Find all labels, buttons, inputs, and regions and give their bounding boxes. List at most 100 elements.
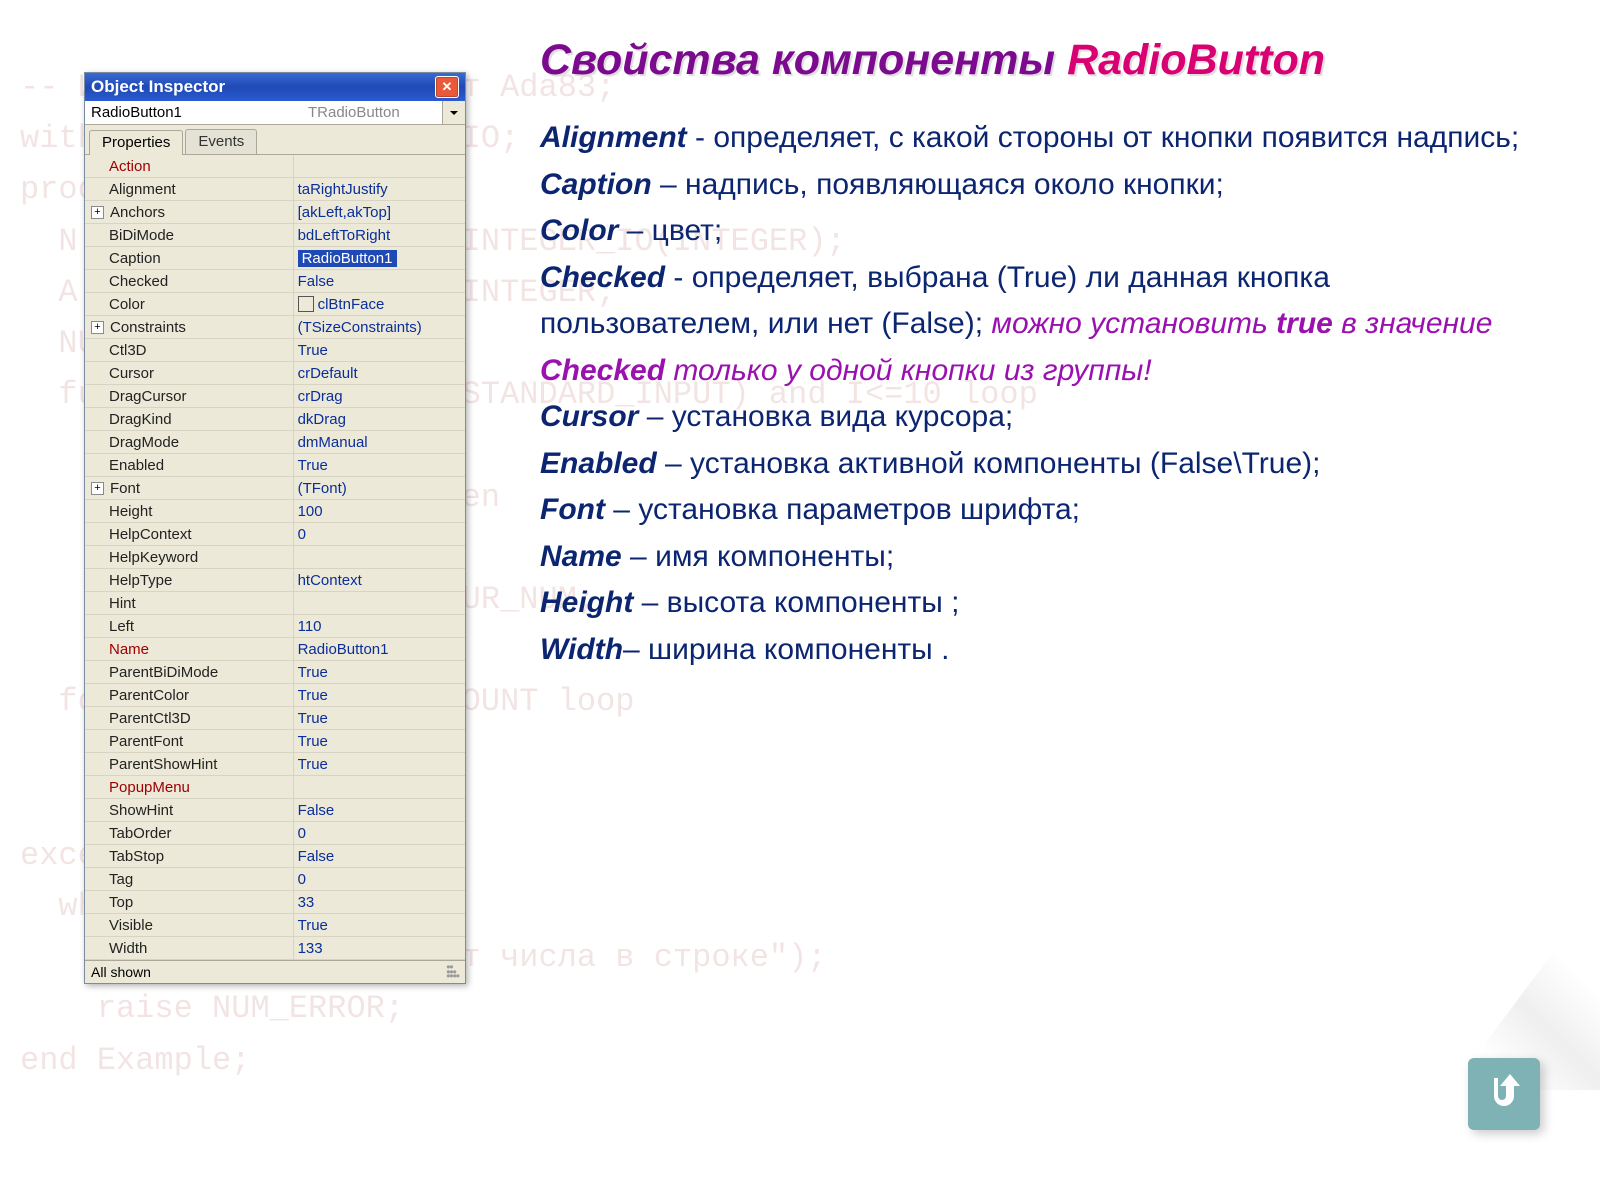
property-value[interactable]: True bbox=[293, 661, 465, 683]
property-row[interactable]: Width133 bbox=[85, 937, 465, 960]
property-row[interactable]: ColorclBtnFace bbox=[85, 293, 465, 316]
property-row[interactable]: CursorcrDefault bbox=[85, 362, 465, 385]
property-name: Left bbox=[85, 615, 293, 637]
property-value[interactable]: True bbox=[293, 730, 465, 752]
expand-icon[interactable]: + bbox=[91, 482, 104, 495]
property-row[interactable]: BiDiModebdLeftToRight bbox=[85, 224, 465, 247]
property-name: Width bbox=[85, 937, 293, 959]
property-value[interactable]: True bbox=[293, 454, 465, 476]
property-row[interactable]: ParentColorTrue bbox=[85, 684, 465, 707]
expand-icon[interactable]: + bbox=[91, 206, 104, 219]
property-value[interactable] bbox=[293, 776, 465, 798]
property-row[interactable]: HelpContext0 bbox=[85, 523, 465, 546]
property-descriptions: Alignment - определяет, с какой стороны … bbox=[540, 115, 1540, 673]
property-row[interactable]: Hint bbox=[85, 592, 465, 615]
property-value[interactable]: 0 bbox=[293, 868, 465, 890]
close-button[interactable]: ✕ bbox=[435, 76, 459, 98]
property-row[interactable]: AlignmenttaRightJustify bbox=[85, 178, 465, 201]
property-row[interactable]: HelpKeyword bbox=[85, 546, 465, 569]
property-name: ParentColor bbox=[85, 684, 293, 706]
property-value[interactable]: (TSizeConstraints) bbox=[293, 316, 465, 338]
property-row[interactable]: Tag0 bbox=[85, 868, 465, 891]
property-value[interactable]: False bbox=[293, 845, 465, 867]
property-row[interactable]: ShowHintFalse bbox=[85, 799, 465, 822]
property-value[interactable]: clBtnFace bbox=[293, 293, 465, 315]
property-value[interactable]: taRightJustify bbox=[293, 178, 465, 200]
dropdown-button[interactable] bbox=[442, 101, 465, 124]
property-value[interactable]: htContext bbox=[293, 569, 465, 591]
close-icon: ✕ bbox=[442, 79, 453, 95]
property-row[interactable]: TabOrder0 bbox=[85, 822, 465, 845]
property-name: ParentFont bbox=[85, 730, 293, 752]
property-value[interactable]: 110 bbox=[293, 615, 465, 637]
resize-grip[interactable]: ••••••••• bbox=[446, 965, 459, 979]
property-name: Hint bbox=[85, 592, 293, 614]
property-value[interactable]: [akLeft,akTop] bbox=[293, 201, 465, 223]
property-row[interactable]: Height100 bbox=[85, 500, 465, 523]
expand-icon[interactable]: + bbox=[91, 321, 104, 334]
window-title: Object Inspector bbox=[91, 77, 225, 97]
property-row[interactable]: +Anchors[akLeft,akTop] bbox=[85, 201, 465, 224]
property-value[interactable]: True bbox=[293, 753, 465, 775]
tab-events[interactable]: Events bbox=[185, 129, 257, 154]
property-value[interactable] bbox=[293, 592, 465, 614]
property-value[interactable]: dkDrag bbox=[293, 408, 465, 430]
property-row[interactable]: Left110 bbox=[85, 615, 465, 638]
property-name: Enabled bbox=[85, 454, 293, 476]
property-row[interactable]: DragModedmManual bbox=[85, 431, 465, 454]
property-value[interactable]: bdLeftToRight bbox=[293, 224, 465, 246]
property-row[interactable]: DragCursorcrDrag bbox=[85, 385, 465, 408]
property-value[interactable]: True bbox=[293, 684, 465, 706]
property-row[interactable]: DragKinddkDrag bbox=[85, 408, 465, 431]
titlebar[interactable]: Object Inspector ✕ bbox=[85, 73, 465, 101]
property-name: Name bbox=[85, 638, 293, 660]
property-row[interactable]: ParentFontTrue bbox=[85, 730, 465, 753]
property-value[interactable]: True bbox=[293, 339, 465, 361]
property-row[interactable]: PopupMenu bbox=[85, 776, 465, 799]
property-value[interactable]: 0 bbox=[293, 822, 465, 844]
property-name: Action bbox=[85, 155, 293, 177]
tabs: Properties Events bbox=[85, 125, 465, 154]
property-value[interactable] bbox=[293, 155, 465, 177]
property-value[interactable]: 100 bbox=[293, 500, 465, 522]
property-row[interactable]: Ctl3DTrue bbox=[85, 339, 465, 362]
property-row[interactable]: ParentCtl3DTrue bbox=[85, 707, 465, 730]
property-name: ShowHint bbox=[85, 799, 293, 821]
statusbar: All shown ••••••••• bbox=[85, 960, 465, 983]
property-value[interactable]: (TFont) bbox=[293, 477, 465, 499]
property-row[interactable]: HelpTypehtContext bbox=[85, 569, 465, 592]
property-value[interactable]: False bbox=[293, 799, 465, 821]
property-value[interactable]: RadioButton1 bbox=[293, 638, 465, 660]
property-value[interactable]: RadioButton1 bbox=[293, 247, 465, 269]
property-row[interactable]: ParentBiDiModeTrue bbox=[85, 661, 465, 684]
property-value[interactable]: crDrag bbox=[293, 385, 465, 407]
property-name: Caption bbox=[85, 247, 293, 269]
component-selector[interactable]: RadioButton1 TRadioButton bbox=[85, 101, 465, 125]
property-row[interactable]: NameRadioButton1 bbox=[85, 638, 465, 661]
property-row[interactable]: VisibleTrue bbox=[85, 914, 465, 937]
property-row[interactable]: +Font(TFont) bbox=[85, 477, 465, 500]
property-row[interactable]: ParentShowHintTrue bbox=[85, 753, 465, 776]
property-value[interactable] bbox=[293, 546, 465, 568]
property-row[interactable]: CheckedFalse bbox=[85, 270, 465, 293]
property-row[interactable]: +Constraints(TSizeConstraints) bbox=[85, 316, 465, 339]
property-row[interactable]: EnabledTrue bbox=[85, 454, 465, 477]
property-name: DragKind bbox=[85, 408, 293, 430]
heading-prefix: Свойства компоненты bbox=[540, 36, 1067, 84]
return-button[interactable] bbox=[1468, 1058, 1540, 1130]
tab-properties[interactable]: Properties bbox=[89, 130, 183, 155]
property-value[interactable]: crDefault bbox=[293, 362, 465, 384]
property-row[interactable]: TabStopFalse bbox=[85, 845, 465, 868]
property-value[interactable]: 33 bbox=[293, 891, 465, 913]
property-row[interactable]: CaptionRadioButton1 bbox=[85, 247, 465, 270]
property-value[interactable]: True bbox=[293, 914, 465, 936]
property-row[interactable]: Top33 bbox=[85, 891, 465, 914]
property-value[interactable]: True bbox=[293, 707, 465, 729]
property-value[interactable]: 0 bbox=[293, 523, 465, 545]
property-value[interactable]: dmManual bbox=[293, 431, 465, 453]
property-value[interactable]: False bbox=[293, 270, 465, 292]
instance-name: RadioButton1 bbox=[85, 101, 306, 124]
property-value[interactable]: 133 bbox=[293, 937, 465, 959]
property-name: BiDiMode bbox=[85, 224, 293, 246]
property-row[interactable]: Action bbox=[85, 155, 465, 178]
